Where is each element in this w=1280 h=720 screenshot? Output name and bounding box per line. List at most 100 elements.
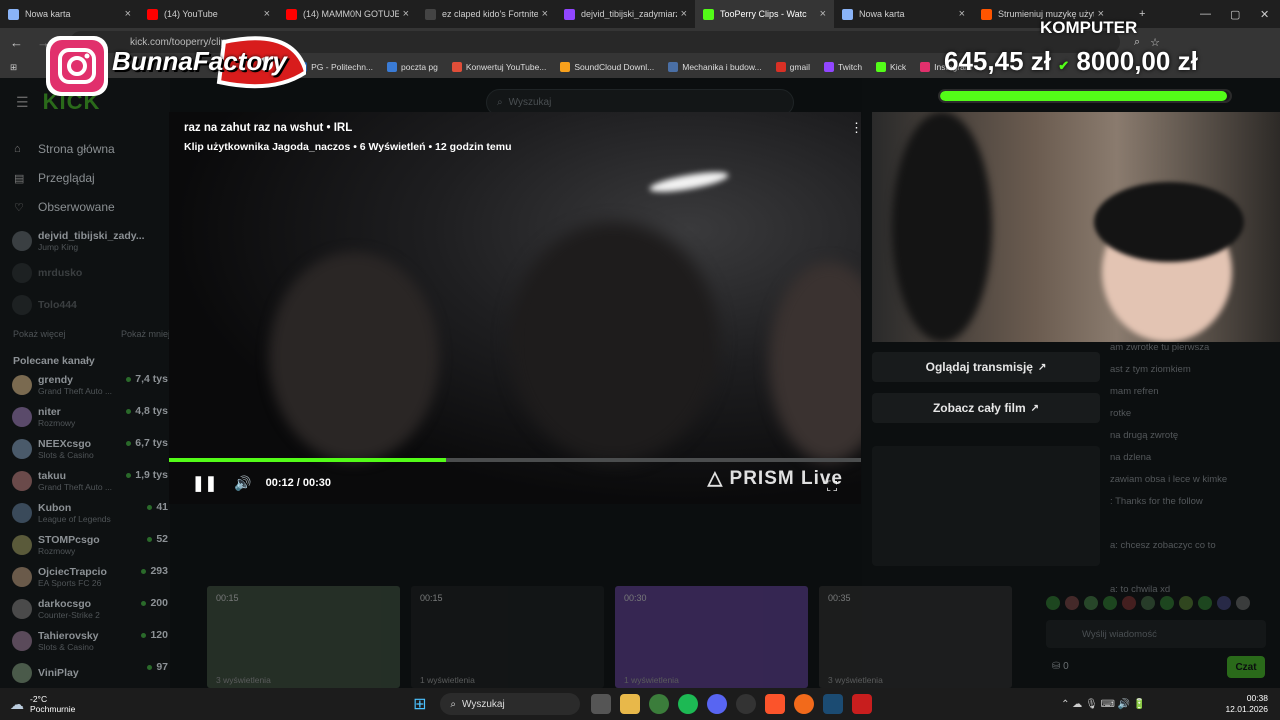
close-tab-icon[interactable]: × [125, 8, 131, 20]
spotify-icon[interactable] [677, 694, 698, 714]
chat-input[interactable]: Wyślij wiadomość [1046, 620, 1266, 648]
channel-category: Rozmowy [38, 545, 76, 556]
browser-tab[interactable]: (14) MAMM0N GOTUJE I × [278, 0, 417, 28]
steam-icon[interactable] [822, 694, 843, 714]
recommended-channel[interactable]: Kubon League of Legends 41 [0, 497, 170, 529]
recommended-channel[interactable]: takuu Grand Theft Auto ... 1,9 tys [0, 465, 170, 497]
bookmark-label: SoundCloud Downl... [574, 62, 655, 72]
chrome-icon[interactable] [648, 694, 669, 714]
file-explorer-icon[interactable] [619, 694, 640, 714]
browser-tab[interactable]: Nowa karta × [834, 0, 973, 28]
close-tab-icon[interactable]: × [542, 8, 548, 20]
volume-icon[interactable]: 🔊 [234, 475, 251, 492]
emote-icon[interactable] [1065, 596, 1079, 610]
system-tray-icons[interactable]: ⌃ ☁ 🎙 ⌨ 🔊 🔋 [1061, 699, 1145, 710]
maximize-button[interactable]: ▢ [1230, 0, 1240, 28]
watch-live-button[interactable]: Oglądaj transmisję ↗ [872, 352, 1100, 382]
channel-name: grendy [38, 373, 74, 386]
emote-icon[interactable] [1046, 596, 1060, 610]
close-tab-icon[interactable]: × [820, 8, 826, 20]
bookmark-item[interactable]: Twitch [823, 62, 862, 72]
clip-duration: 00:35 [828, 593, 851, 603]
clip-thumbnail[interactable]: 00:15 1 wyświetlenia [411, 586, 604, 688]
apps-grid-icon[interactable]: ⊞ [10, 62, 17, 73]
pause-icon[interactable]: ❚❚ [192, 474, 217, 492]
points-counter[interactable]: ⛁ 0 [1052, 661, 1069, 672]
emote-icon[interactable] [1084, 596, 1098, 610]
task-view-icon[interactable] [590, 694, 611, 714]
close-tab-icon[interactable]: × [959, 8, 965, 20]
bookmark-item[interactable]: gmail [775, 62, 810, 72]
watch-live-label: Oglądaj transmisję [925, 360, 1033, 374]
clip-thumbnail[interactable]: 00:15 3 wyświetlenia [207, 586, 400, 688]
browser-tab[interactable]: TooPerry Clips - Watc × [695, 0, 834, 28]
discord-icon[interactable] [706, 694, 727, 714]
bookmark-item[interactable]: SoundCloud Downl... [560, 62, 654, 72]
obs-icon[interactable] [735, 694, 756, 714]
show-more-link[interactable]: Pokaż więcej [13, 329, 66, 339]
recommended-channel[interactable]: NEEXcsgo Slots & Casino 6,7 tys [0, 433, 170, 465]
emote-icon[interactable] [1217, 596, 1231, 610]
taskbar-search[interactable]: ⌕ Wyszukaj [440, 693, 581, 715]
emote-icon[interactable] [1179, 596, 1193, 610]
recommended-channel[interactable]: darkocsgo Counter-Strike 2 200 [0, 593, 170, 625]
browser-tab[interactable]: (14) YouTube × [139, 0, 278, 28]
recommended-channel[interactable]: niter Rozmowy 4,8 tys [0, 401, 170, 433]
watch-full-button[interactable]: Zobacz cały film ↗ [872, 393, 1100, 423]
clip-thumbnail[interactable]: 00:30 1 wyświetlenia [615, 586, 808, 688]
close-tab-icon[interactable]: × [681, 8, 687, 20]
emote-icon[interactable] [1141, 596, 1155, 610]
weather-widget[interactable]: ☁ -2°C Pochmurnie [10, 694, 75, 714]
more-options-icon[interactable]: ⋮ [850, 120, 861, 136]
tab-favicon-icon [564, 8, 575, 20]
recommended-channel[interactable]: OjciecTrapcio EA Sports FC 26 293 [0, 561, 170, 593]
channel-name: mrdusko [38, 267, 83, 279]
bookmark-item[interactable]: PG - Politechn... [297, 62, 373, 72]
sidebar-nav-item[interactable]: ▤ Przeglądaj [0, 163, 170, 192]
tab-favicon-icon [703, 8, 714, 20]
close-tab-icon[interactable]: × [264, 8, 270, 20]
chat-send-button[interactable]: Czat [1227, 656, 1265, 678]
fullscreen-icon[interactable]: ⛶ [827, 478, 837, 495]
browser-tab[interactable]: ez claped kido's Fortnite × [417, 0, 556, 28]
tab-favicon-icon [8, 8, 19, 20]
back-icon[interactable]: ← [10, 35, 23, 50]
followed-channel[interactable]: Tolo444 [0, 289, 170, 321]
minimize-button[interactable]: — [1200, 0, 1211, 28]
recommended-channel[interactable]: Tahierovsky Slots & Casino 120 [0, 625, 170, 657]
app-icon[interactable] [851, 694, 872, 714]
emote-icon[interactable] [1103, 596, 1117, 610]
windows-start-icon[interactable]: ⊞ [410, 694, 430, 714]
emote-icon[interactable] [1160, 596, 1174, 610]
recommended-channel[interactable]: ViniPlay 97 [0, 657, 170, 689]
bookmark-item[interactable]: poczta pg [387, 62, 438, 72]
bookmark-item[interactable]: Konwertuj YouTube... [451, 62, 546, 72]
avatar [12, 295, 32, 315]
sidebar-nav-item[interactable]: ⌂ Strona główna [0, 134, 170, 163]
brave-icon[interactable] [764, 694, 785, 714]
channel-category: Slots & Casino [38, 449, 94, 460]
recommended-channel[interactable]: STOMPcsgo Rozmowy 52 [0, 529, 170, 561]
bookmark-item[interactable]: Mechanika i budow... [668, 62, 762, 72]
close-tab-icon[interactable]: × [403, 8, 409, 20]
emote-bar[interactable] [1046, 596, 1266, 612]
followed-channel[interactable]: dejvid_tibijski_zady... Jump King [0, 225, 170, 257]
close-window-button[interactable]: ✕ [1260, 0, 1269, 28]
new-tab-button[interactable]: + [1139, 0, 1145, 28]
video-player[interactable]: raz na zahut raz na wshut • IRL Klip uży… [169, 112, 861, 504]
emote-icon[interactable] [1122, 596, 1136, 610]
recommended-channel[interactable]: grendy Grand Theft Auto ... 7,4 tys [0, 369, 170, 401]
menu-icon[interactable]: ☰ [16, 94, 29, 111]
bookmark-item[interactable]: Kick [876, 62, 906, 72]
clip-thumbnail[interactable]: 00:35 3 wyświetlenia [819, 586, 1012, 688]
emote-icon[interactable] [1198, 596, 1212, 610]
chat-messages: am zwrotke tu pierwsza ast z tym ziomkiem… [1110, 337, 1227, 601]
sidebar-nav-item[interactable]: ♡ Obserwowane [0, 192, 170, 221]
show-less-link[interactable]: Pokaż mniej [121, 329, 170, 339]
followed-channel[interactable]: mrdusko [0, 257, 170, 289]
goal-current: 645,45 zł [944, 46, 1051, 76]
browser-tab[interactable]: Nowa karta × [0, 0, 139, 28]
emote-icon[interactable] [1236, 596, 1250, 610]
soundcloud-icon[interactable] [793, 694, 814, 714]
browser-tab[interactable]: dejvid_tibijski_zadymiarz × [556, 0, 695, 28]
